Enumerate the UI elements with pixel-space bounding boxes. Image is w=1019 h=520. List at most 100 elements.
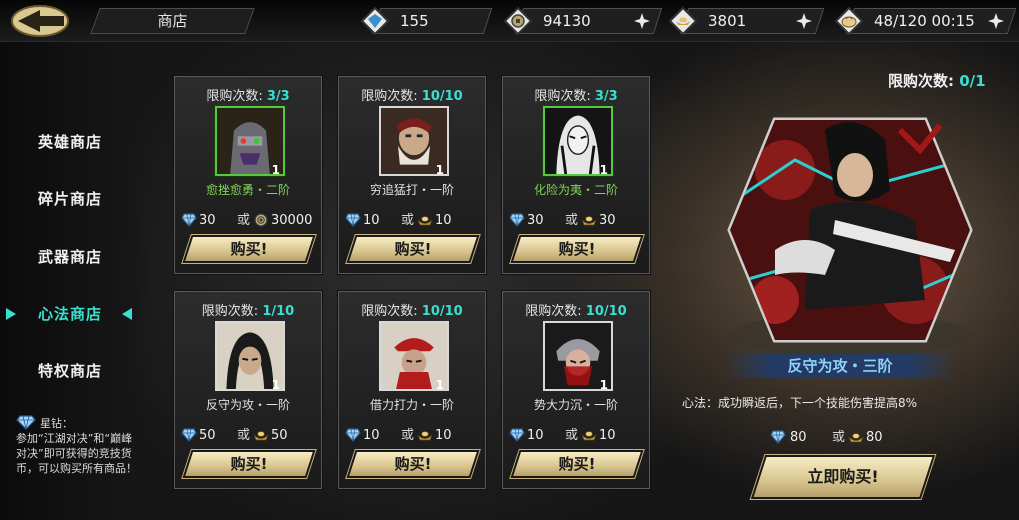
or-label: 或	[401, 213, 415, 228]
shop-card: 限购次数: 3/3 1 愈挫愈勇・二阶 30 或 30000 购买!	[173, 75, 323, 275]
featured-item-description: 心法：成功瞬返后，下一个技能伤害提高8%	[682, 396, 918, 410]
sidebar-item-weapon-shop[interactable]: 武器商店	[0, 242, 140, 272]
diamond-icon	[509, 213, 525, 227]
active-left-arrow-icon	[6, 308, 16, 320]
back-button[interactable]	[10, 4, 78, 38]
ingot-icon	[417, 428, 433, 442]
item-quantity: 1	[271, 163, 280, 177]
ingot-value: 3801	[708, 12, 747, 30]
diamond-icon	[181, 428, 197, 442]
ingot-price: 50	[271, 428, 288, 443]
star-diamond-icon	[16, 415, 36, 430]
purchase-limit: 限购次数: 10/10	[361, 89, 463, 104]
buy-button-label: 购买!	[230, 240, 268, 258]
diamond-icon	[360, 6, 390, 36]
diamond-price: 80	[790, 430, 807, 445]
price-row: 30 或 30	[503, 211, 649, 231]
shop-card: 限购次数: 10/10 1 借力打力・一阶 10 或 10 购买!	[337, 290, 487, 490]
active-right-arrow-icon	[122, 308, 132, 320]
item-quantity: 1	[271, 378, 280, 392]
resource-stamina: 48/120 00:15	[834, 6, 1017, 36]
buy-now-label: 立即购买!	[807, 467, 879, 486]
featured-price-row: 80 或 80	[770, 428, 910, 448]
item-portrait[interactable]: 1	[215, 321, 285, 392]
shop-card: 限购次数: 10/10 1 穷追猛打・一阶 10 或 10 购买!	[337, 75, 487, 275]
or-label: 或	[237, 213, 251, 228]
diamond-price: 30	[199, 213, 216, 228]
ingot-price: 30	[599, 213, 616, 228]
buy-now-button[interactable]: 立即购买!	[749, 454, 937, 500]
diamond-price: 30	[527, 213, 544, 228]
purchase-limit: 限购次数: 1/10	[201, 304, 295, 319]
item-name: 势大力沉・一阶	[533, 398, 618, 412]
buy-button[interactable]: 购买!	[509, 449, 645, 479]
buy-button[interactable]: 购买!	[345, 234, 481, 264]
purchase-limit: 限购次数: 3/3	[534, 89, 618, 104]
purchase-limit: 限购次数: 3/3	[206, 89, 290, 104]
price-row: 50 或 50	[175, 426, 321, 446]
item-portrait[interactable]: 1	[215, 106, 285, 177]
diamond-icon	[181, 213, 197, 227]
or-label: 或	[237, 428, 251, 443]
item-name: 反守为攻・一阶	[205, 398, 290, 412]
buy-button[interactable]: 购买!	[509, 234, 645, 264]
shop-card: 限购次数: 10/10 1 势大力沉・一阶 10 或 10 购买!	[501, 290, 651, 490]
sidebar-item-privilege-shop[interactable]: 特权商店	[0, 356, 140, 386]
buy-button-label: 购买!	[558, 240, 596, 258]
buy-button-label: 购买!	[394, 240, 432, 258]
item-portrait[interactable]: 1	[543, 106, 613, 177]
ingot-icon	[417, 213, 433, 227]
ingot-price: 10	[435, 428, 452, 443]
buy-button-label: 购买!	[558, 455, 596, 473]
ingot-icon	[253, 428, 269, 442]
buy-button[interactable]: 购买!	[181, 449, 317, 479]
sidebar-item-label: 心法商店	[37, 305, 102, 323]
diamond-icon	[345, 213, 361, 227]
sidebar-item-technique-shop[interactable]: 心法商店	[0, 299, 140, 329]
purchase-limit: 限购次数: 10/10	[525, 304, 627, 319]
item-quantity: 1	[435, 163, 444, 177]
purchase-limit: 限购次数: 10/10	[361, 304, 463, 319]
item-name: 愈挫愈勇・二阶	[205, 183, 290, 197]
featured-item-art[interactable]	[715, 100, 985, 360]
or-label: 或	[401, 428, 415, 443]
note-text: 参加“江湖对决”和“巅峰对决”即可获得的竞技货币，可以购买所有商品！	[16, 432, 137, 475]
buy-button-label: 购买!	[394, 455, 432, 473]
item-portrait[interactable]: 1	[543, 321, 613, 392]
item-quantity: 1	[599, 378, 608, 392]
diamond-icon	[770, 430, 786, 444]
coin-icon	[253, 213, 269, 227]
ingot-price: 10	[435, 213, 452, 228]
item-portrait[interactable]: 1	[379, 106, 449, 177]
sidebar-item-hero-shop[interactable]: 英雄商店	[0, 127, 140, 157]
shop-card: 限购次数: 3/3 1 化险为夷・二阶 30 或 30 购买!	[501, 75, 651, 275]
item-portrait[interactable]: 1	[379, 321, 449, 392]
price-row: 30 或 30000	[175, 211, 321, 231]
buy-button[interactable]: 购买!	[345, 449, 481, 479]
buy-button-label: 购买!	[230, 455, 268, 473]
featured-purchase-limit: 限购次数: 0/1	[888, 72, 986, 90]
diamond-price: 50	[199, 428, 216, 443]
diamond-price: 10	[527, 428, 544, 443]
page-title: 商店	[157, 12, 188, 30]
coin-price: 30000	[271, 213, 313, 228]
buy-button[interactable]: 购买!	[181, 234, 317, 264]
bun-icon	[834, 6, 864, 36]
add-ingot-button[interactable]	[794, 11, 814, 31]
ingot-icon	[668, 6, 698, 36]
resource-diamond: 155	[360, 6, 493, 36]
add-stamina-button[interactable]	[986, 11, 1006, 31]
item-name: 化险为夷・二阶	[533, 183, 618, 197]
ingot-icon	[581, 428, 597, 442]
add-coin-button[interactable]	[632, 11, 652, 31]
diamond-value: 155	[400, 12, 429, 30]
item-name: 借力打力・一阶	[369, 398, 454, 412]
sidebar-item-fragment-shop[interactable]: 碎片商店	[0, 184, 140, 214]
price-row: 10 或 10	[339, 426, 485, 446]
top-bar: 商店 155 94130 3801 48/120 00:15	[0, 0, 1019, 42]
featured-item-name: 反守为攻・三阶	[787, 357, 893, 375]
ingot-price: 10	[599, 428, 616, 443]
item-name: 穷追猛打・一阶	[369, 183, 454, 197]
coin-value: 94130	[543, 12, 591, 30]
or-label: 或	[565, 213, 579, 228]
